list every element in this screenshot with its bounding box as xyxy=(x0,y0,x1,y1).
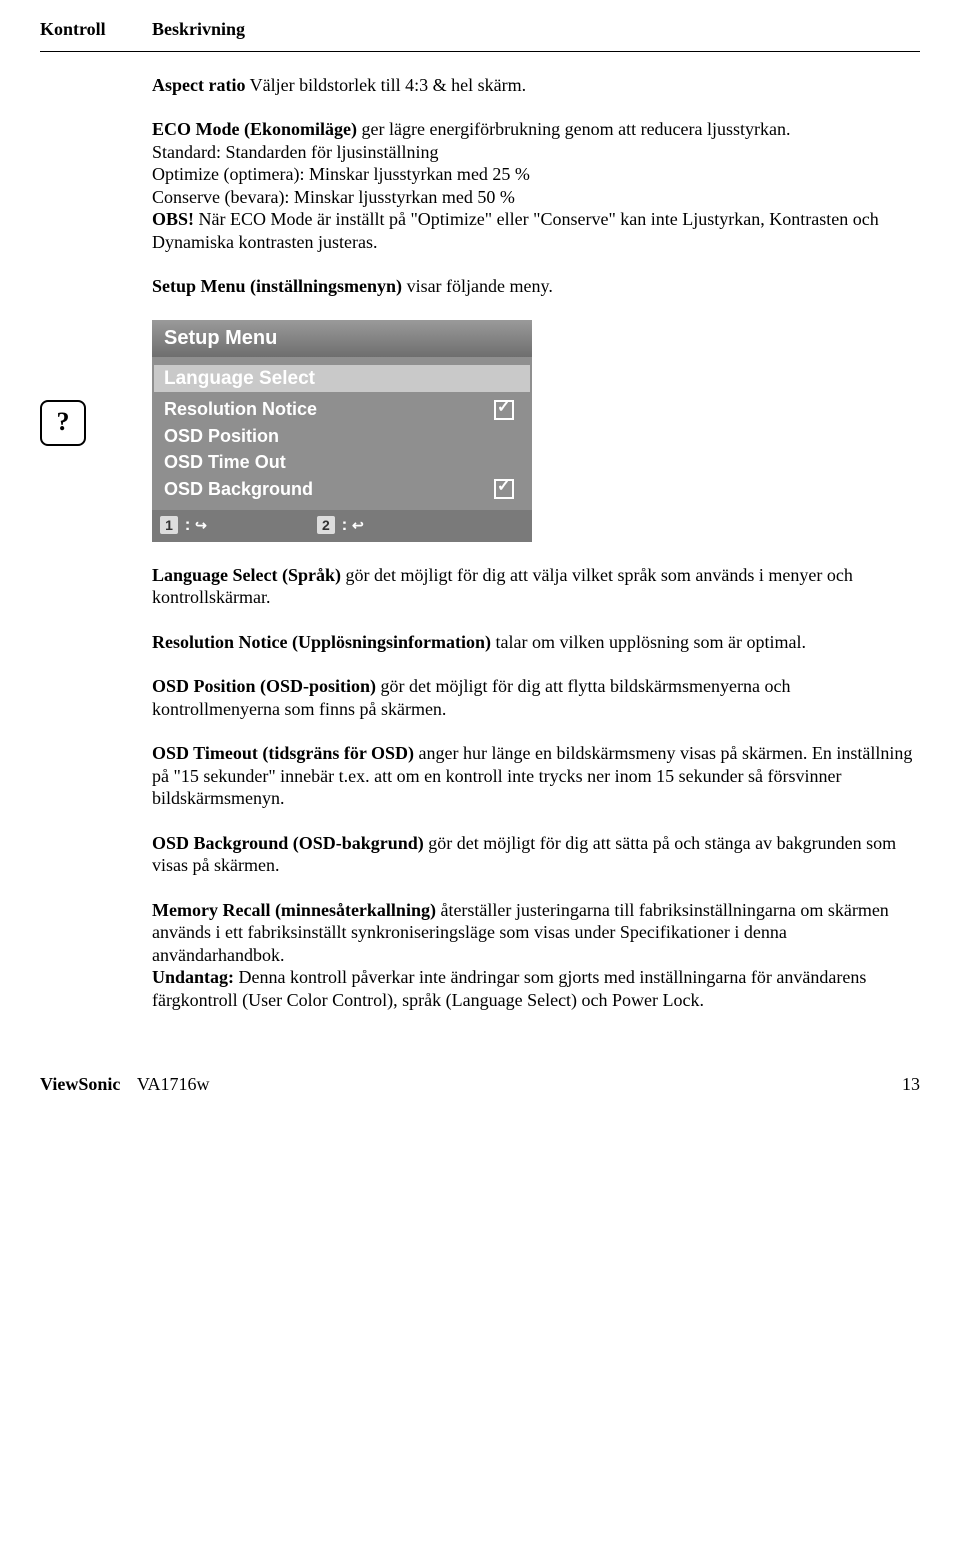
para-resolution-notice: Resolution Notice (Upplösningsinformatio… xyxy=(152,631,920,654)
enter-icon: ↩ xyxy=(352,517,364,533)
question-icon-glyph: ? xyxy=(57,406,70,439)
setup-menu-text: visar följande meny. xyxy=(402,276,553,296)
eco-optimize-line: Optimize (optimera): Minskar ljusstyrkan… xyxy=(152,164,530,184)
osd-item-language-select: Language Select xyxy=(154,365,530,393)
eco-conserve-line: Conserve (bevara): Minskar ljusstyrkan m… xyxy=(152,187,515,207)
kontroll-column: ? xyxy=(40,74,152,1012)
aspect-ratio-text: Väljer bildstorlek till 4:3 & hel skärm. xyxy=(245,75,526,95)
para-osd-background: OSD Background (OSD-bakgrund) gör det mö… xyxy=(152,832,920,877)
setup-menu-label: Setup Menu (inställningsmenyn) xyxy=(152,276,402,296)
para-osd-position: OSD Position (OSD-position) gör det möjl… xyxy=(152,675,920,720)
osd-position-label: OSD Position xyxy=(164,425,279,448)
osd-resolution-label: Resolution Notice xyxy=(164,398,317,421)
eco-obs-text: När ECO Mode är inställt på "Optimize" e… xyxy=(152,209,879,252)
check-icon xyxy=(494,479,514,499)
osd-background-label: OSD Background (OSD-bakgrund) xyxy=(152,833,424,853)
question-icon: ? xyxy=(40,400,86,446)
resolution-notice-label: Resolution Notice (Upplösningsinformatio… xyxy=(152,632,491,652)
osd-item-resolution-notice: Resolution Notice xyxy=(164,396,520,423)
eco-standard-line: Standard: Standarden för ljusinställning xyxy=(152,142,438,162)
check-icon xyxy=(494,400,514,420)
osd-item-osd-position: OSD Position xyxy=(164,423,520,450)
footer-model: VA1716w xyxy=(137,1074,210,1094)
eco-obs-label: OBS! xyxy=(152,209,194,229)
header-beskrivning: Beskrivning xyxy=(152,18,245,41)
osd-footer-sep-1: : xyxy=(180,515,195,534)
content-area: ? Aspect ratio Väljer bildstorlek till 4… xyxy=(40,74,920,1012)
memory-recall-exception-label: Undantag: xyxy=(152,967,234,987)
osd-item-osd-timeout: OSD Time Out xyxy=(164,449,520,476)
header-kontroll: Kontroll xyxy=(40,18,152,41)
table-header: Kontroll Beskrivning xyxy=(40,18,920,41)
osd-title: Setup Menu xyxy=(152,320,532,357)
osd-footer-hint-1: 1 : ↪ xyxy=(160,514,207,535)
para-aspect-ratio: Aspect ratio Väljer bildstorlek till 4:3… xyxy=(152,74,920,97)
exit-icon: ↪ xyxy=(195,517,207,533)
osd-background-label: OSD Background xyxy=(164,478,313,501)
footer-page-number: 13 xyxy=(902,1073,920,1096)
beskrivning-column: Aspect ratio Väljer bildstorlek till 4:3… xyxy=(152,74,920,1012)
osd-footer-num-1: 1 xyxy=(160,516,178,534)
osd-timeout-label: OSD Time Out xyxy=(164,451,286,474)
osd-setup-menu: Setup Menu Language Select Resolution No… xyxy=(152,320,532,542)
osd-footer-num-2: 2 xyxy=(317,516,335,534)
page-footer: ViewSonic VA1716w 13 xyxy=(40,1073,920,1096)
memory-recall-label: Memory Recall (minnesåterkallning) xyxy=(152,900,436,920)
memory-recall-exception-text: Denna kontroll påverkar inte ändringar s… xyxy=(152,967,866,1010)
resolution-notice-text: talar om vilken upplösning som är optima… xyxy=(491,632,806,652)
eco-mode-label: ECO Mode (Ekonomiläge) xyxy=(152,119,357,139)
para-osd-timeout: OSD Timeout (tidsgräns för OSD) anger hu… xyxy=(152,742,920,810)
osd-item-osd-background: OSD Background xyxy=(164,476,520,503)
osd-position-label: OSD Position (OSD-position) xyxy=(152,676,376,696)
para-memory-recall: Memory Recall (minnesåterkallning) åters… xyxy=(152,899,920,1012)
osd-timeout-label: OSD Timeout (tidsgräns för OSD) xyxy=(152,743,414,763)
osd-footer-sep-2: : xyxy=(337,515,352,534)
footer-left: ViewSonic VA1716w xyxy=(40,1073,210,1096)
eco-mode-text: ger lägre energiförbrukning genom att re… xyxy=(357,119,791,139)
aspect-ratio-label: Aspect ratio xyxy=(152,75,245,95)
osd-footer-hint-2: 2 : ↩ xyxy=(317,514,364,535)
language-select-label: Language Select (Språk) xyxy=(152,565,341,585)
para-setup-menu: Setup Menu (inställningsmenyn) visar föl… xyxy=(152,275,920,298)
osd-footer: 1 : ↪ 2 : ↩ xyxy=(152,510,532,541)
osd-body: Language Select Resolution Notice OSD Po… xyxy=(152,357,532,511)
header-divider xyxy=(40,51,920,52)
footer-brand: ViewSonic xyxy=(40,1074,120,1094)
para-eco-mode: ECO Mode (Ekonomiläge) ger lägre energif… xyxy=(152,118,920,253)
para-language-select: Language Select (Språk) gör det möjligt … xyxy=(152,564,920,609)
